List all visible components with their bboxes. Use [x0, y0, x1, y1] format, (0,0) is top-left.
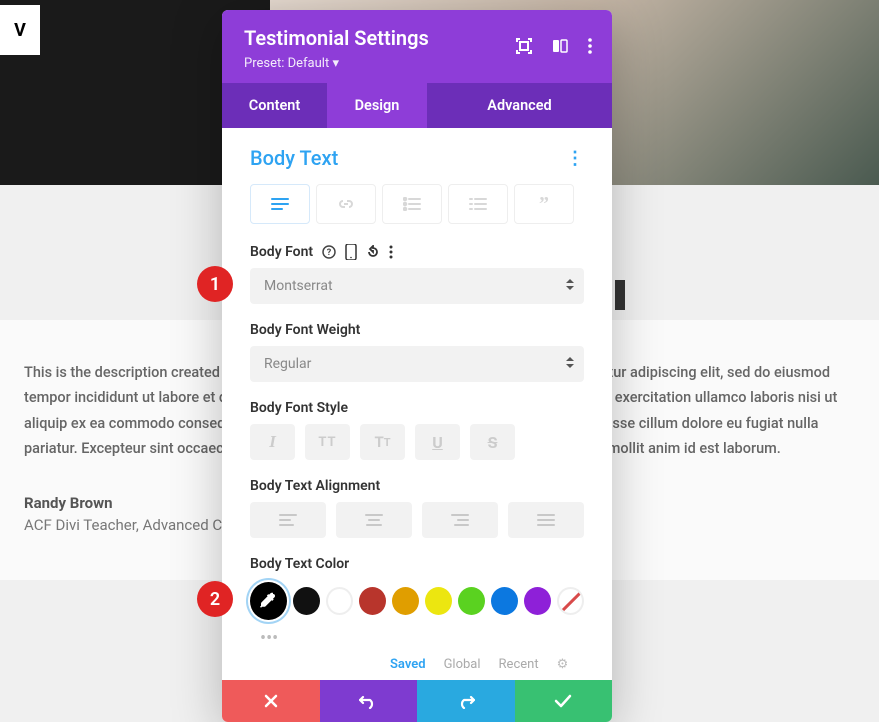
undo-button[interactable]: [320, 680, 418, 722]
kebab-menu-icon[interactable]: [588, 38, 592, 58]
section-title[interactable]: Body Text: [250, 146, 338, 170]
body-text-color-label: Body Text Color: [250, 556, 584, 572]
swatch-white[interactable]: [326, 587, 353, 615]
section-kebab-icon[interactable]: ⋮: [566, 148, 584, 169]
settings-panel: Testimonial Settings Preset: Default ▾ C…: [222, 10, 612, 722]
align-justify-button[interactable]: [508, 502, 584, 538]
align-right-button[interactable]: [422, 502, 498, 538]
color-tab-saved[interactable]: Saved: [390, 657, 426, 672]
gear-icon[interactable]: ⚙: [557, 657, 569, 672]
svg-text:?: ?: [327, 248, 332, 258]
swatch-green[interactable]: [458, 587, 485, 615]
field-kebab-icon[interactable]: [389, 245, 393, 259]
annotation-badge-1: 1: [197, 266, 233, 302]
reset-icon[interactable]: [366, 245, 380, 259]
body-font-select[interactable]: Montserrat: [250, 268, 584, 304]
swatch-transparent[interactable]: [557, 587, 584, 615]
color-tab-global[interactable]: Global: [444, 657, 481, 672]
tab-content[interactable]: Content: [222, 83, 327, 128]
tab-advanced[interactable]: Advanced: [427, 83, 612, 128]
panel-tabs: Content Design Advanced: [222, 83, 612, 128]
more-colors-icon[interactable]: •••: [250, 628, 584, 649]
swatch-yellow[interactable]: [425, 587, 452, 615]
uppercase-button[interactable]: TT: [305, 424, 350, 460]
bg-white-box: V: [0, 5, 40, 55]
device-icon[interactable]: [345, 244, 357, 260]
color-subtabs: Saved Global Recent ⚙: [250, 657, 584, 672]
swatch-orange[interactable]: [392, 587, 419, 615]
swatch-red[interactable]: [359, 587, 386, 615]
color-swatch-row: [250, 582, 584, 620]
swatch-purple[interactable]: [524, 587, 551, 615]
annotation-badge-2: 2: [197, 581, 233, 617]
body-font-weight-value: Regular: [264, 356, 311, 372]
expand-icon[interactable]: [516, 38, 532, 58]
align-left-button[interactable]: [250, 502, 326, 538]
font-style-buttons: I TT TT U S: [250, 424, 584, 460]
italic-button[interactable]: I: [250, 424, 295, 460]
style-tab-ol[interactable]: [448, 184, 508, 224]
text-style-tabs: ”: [250, 184, 584, 224]
underline-button[interactable]: U: [415, 424, 460, 460]
panel-preset-label: Preset: Default: [244, 56, 329, 71]
body-font-label: Body Font: [250, 244, 313, 260]
panel-header: Testimonial Settings Preset: Default ▾: [222, 10, 612, 83]
body-font-weight-select[interactable]: Regular: [250, 346, 584, 382]
style-tab-ul[interactable]: [382, 184, 442, 224]
smallcaps-button[interactable]: TT: [360, 424, 405, 460]
strikethrough-button[interactable]: S: [470, 424, 515, 460]
color-picker-button[interactable]: [250, 582, 287, 620]
align-center-button[interactable]: [336, 502, 412, 538]
tab-design[interactable]: Design: [327, 83, 427, 128]
body-font-value: Montserrat: [264, 278, 333, 294]
swatch-black[interactable]: [293, 587, 320, 615]
chevron-down-icon: ▾: [332, 56, 339, 71]
style-tab-quote[interactable]: ”: [514, 184, 574, 224]
help-icon[interactable]: ?: [322, 245, 336, 259]
swatch-blue[interactable]: [491, 587, 518, 615]
panel-preset[interactable]: Preset: Default ▾: [244, 56, 590, 71]
body-text-alignment-label: Body Text Alignment: [250, 478, 584, 494]
color-tab-recent[interactable]: Recent: [499, 657, 539, 672]
save-button[interactable]: [515, 680, 613, 722]
body-font-style-label: Body Font Style: [250, 400, 584, 416]
columns-icon[interactable]: [552, 38, 568, 58]
cancel-button[interactable]: [222, 680, 320, 722]
redo-button[interactable]: [417, 680, 515, 722]
panel-footer-buttons: [222, 680, 612, 722]
style-tab-paragraph[interactable]: [250, 184, 310, 224]
panel-body: Body Text ⋮ ” Body Font ? Montserrat Bod…: [222, 128, 612, 680]
body-font-weight-label: Body Font Weight: [250, 322, 584, 338]
decorative-bar: [615, 280, 625, 310]
alignment-buttons: [250, 502, 584, 538]
style-tab-link[interactable]: [316, 184, 376, 224]
